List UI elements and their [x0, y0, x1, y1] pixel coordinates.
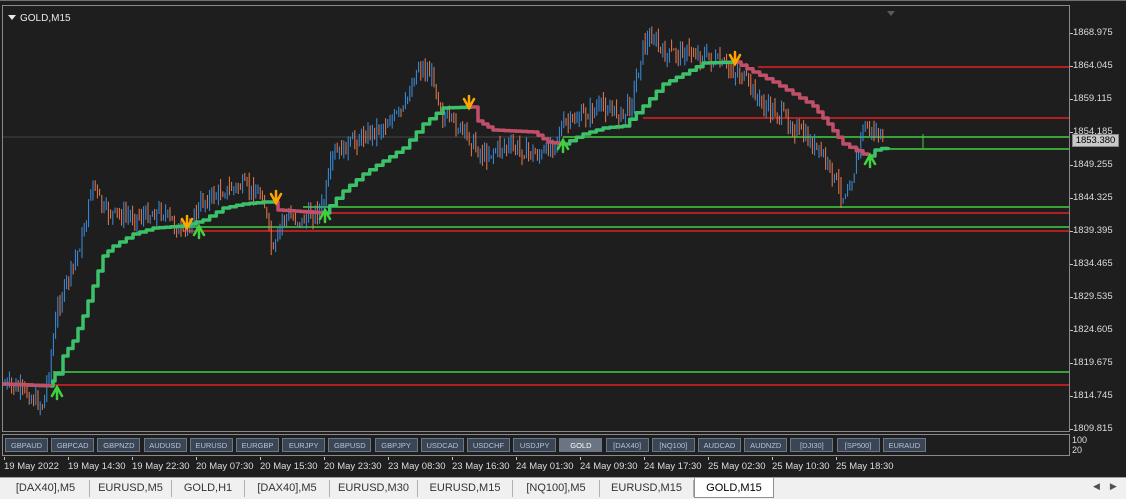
symbols-bar: GBPAUD GBPCAD GBPNZD AUDUSD EURUSD EURGBP EURJ…	[2, 434, 1070, 456]
chart-tab[interactable]: [DAX40],M5	[2, 480, 90, 497]
symbol-button-dji30[interactable]: [DJI30]	[790, 438, 834, 452]
shift-marker-icon[interactable]	[887, 11, 895, 16]
chart-tab[interactable]: EURUSD,M15	[418, 480, 513, 497]
time-tick: 25 May 02:30	[708, 457, 766, 472]
time-tick: 19 May 2022	[4, 457, 59, 472]
symbol-button-gbpjpy[interactable]: GBPJPY	[374, 438, 418, 452]
triangle-down-icon[interactable]	[8, 15, 16, 20]
chart-tab[interactable]: GOLD,H1	[172, 480, 245, 497]
symbol-button-usdchf[interactable]: USDCHF	[467, 438, 510, 452]
symbol-label-text: GOLD,M15	[20, 13, 71, 24]
price-tick-label: 1839.395	[1073, 225, 1113, 236]
trend-up-line	[323, 105, 473, 215]
symbol-button-gbpnzd[interactable]: GBPNZD	[97, 438, 141, 452]
time-tick: 25 May 18:30	[836, 457, 894, 472]
chart-tab[interactable]: [DAX40],M5	[245, 480, 330, 497]
symbol-button-eurjpy[interactable]: EURJPY	[282, 438, 326, 452]
symbol-button-audnzd[interactable]: AUDNZD	[744, 438, 788, 452]
price-tick-label: 1824.605	[1073, 324, 1113, 335]
chart-tab[interactable]: EURUSD,M15	[600, 480, 694, 497]
oscillator-scale-max: 100	[1072, 435, 1088, 445]
symbol-button-dax40[interactable]: [DAX40]	[605, 438, 649, 452]
time-tick: 24 May 01:30	[516, 457, 574, 472]
price-tick-label: 1834.465	[1073, 258, 1113, 269]
price-tick-label: 1809.815	[1073, 423, 1113, 434]
price-tick-label: 1819.675	[1073, 357, 1113, 368]
chart-tabs: [DAX40],M5 EURUSD,M5 GOLD,H1 [DAX40],M5 EURU…	[0, 477, 1126, 499]
symbol-button-eurusd[interactable]: EURUSD	[189, 438, 233, 452]
current-price-label: 1853.380	[1072, 134, 1119, 147]
symbol-button-eurgbp[interactable]: EURGBP	[236, 438, 279, 452]
trend-up-line	[3, 200, 275, 388]
oscillator-scale-min: 20	[1072, 445, 1083, 455]
chart-tab[interactable]: [NQ100],M5	[513, 480, 600, 497]
symbol-button-euraud[interactable]: EURAUD	[882, 438, 926, 452]
price-tick-label: 1829.535	[1073, 291, 1113, 302]
price-axis: 1868.975 1864.045 1859.115 1854.185 1849.255…	[1070, 5, 1126, 434]
symbol-button-audcad[interactable]: AUDCAD	[698, 438, 741, 452]
price-tick-label: 1864.045	[1073, 60, 1113, 71]
time-tick: 20 May 15:30	[260, 457, 318, 472]
chart-tab[interactable]: EURUSD,M5	[90, 480, 172, 497]
time-tick: 19 May 14:30	[68, 457, 126, 472]
time-tick: 24 May 17:30	[644, 457, 702, 472]
symbol-button-usdcad[interactable]: USDCAD	[420, 438, 464, 452]
time-tick: 20 May 23:30	[324, 457, 382, 472]
chart-tab[interactable]: GOLD,M15	[694, 478, 774, 498]
symbol-button-gbpaud[interactable]: GBPAUD	[5, 438, 48, 452]
symbol-button-gold[interactable]: GOLD	[559, 438, 603, 452]
symbol-button-gbpcad[interactable]: GBPCAD	[51, 438, 95, 452]
symbol-button-usdjpy[interactable]: USDJPY	[513, 438, 557, 452]
tab-scroll-arrows: ◀ ▶	[1093, 481, 1126, 492]
price-tick-label: 1814.745	[1073, 390, 1113, 401]
time-tick: 23 May 08:30	[388, 457, 446, 472]
time-tick: 20 May 07:30	[196, 457, 254, 472]
symbol-button-sp500[interactable]: [SP500]	[836, 438, 880, 452]
price-tick-label: 1859.115	[1073, 93, 1112, 104]
triangle-left-icon[interactable]: ◀	[1093, 481, 1100, 491]
time-tick: 23 May 16:30	[452, 457, 510, 472]
trend-down-line	[471, 105, 565, 146]
symbol-button-audusd[interactable]: AUDUSD	[143, 438, 187, 452]
symbol-label[interactable]: GOLD,M15	[8, 13, 71, 24]
price-chart[interactable]: GOLD,M15	[2, 5, 1070, 432]
time-tick: 24 May 09:30	[580, 457, 638, 472]
chart-canvas[interactable]	[3, 6, 1070, 432]
symbol-button-gbpusd[interactable]: GBPUSD	[328, 438, 372, 452]
time-axis: 19 May 2022 19 May 14:30 19 May 22:30 20 Ma…	[0, 457, 1070, 477]
chart-window: GOLD,M15 1868.975 1864.045 1859.115 1854.18…	[0, 0, 1126, 478]
time-tick: 19 May 22:30	[132, 457, 190, 472]
trend-down-line	[735, 60, 870, 156]
price-tick-label: 1849.255	[1073, 159, 1113, 170]
time-tick: 25 May 10:30	[772, 457, 830, 472]
trend-down-line	[3, 382, 53, 388]
trend-up-line	[563, 60, 737, 146]
triangle-right-icon[interactable]: ▶	[1110, 481, 1117, 491]
price-tick-label: 1868.975	[1073, 27, 1113, 38]
oscillator-scale: 100 20	[1072, 435, 1087, 455]
price-tick-label: 1844.325	[1073, 192, 1113, 203]
symbol-button-nq100[interactable]: [NQ100]	[651, 438, 695, 452]
chart-tab[interactable]: EURUSD,M30	[330, 480, 418, 497]
arrow-up-icon	[50, 384, 64, 401]
